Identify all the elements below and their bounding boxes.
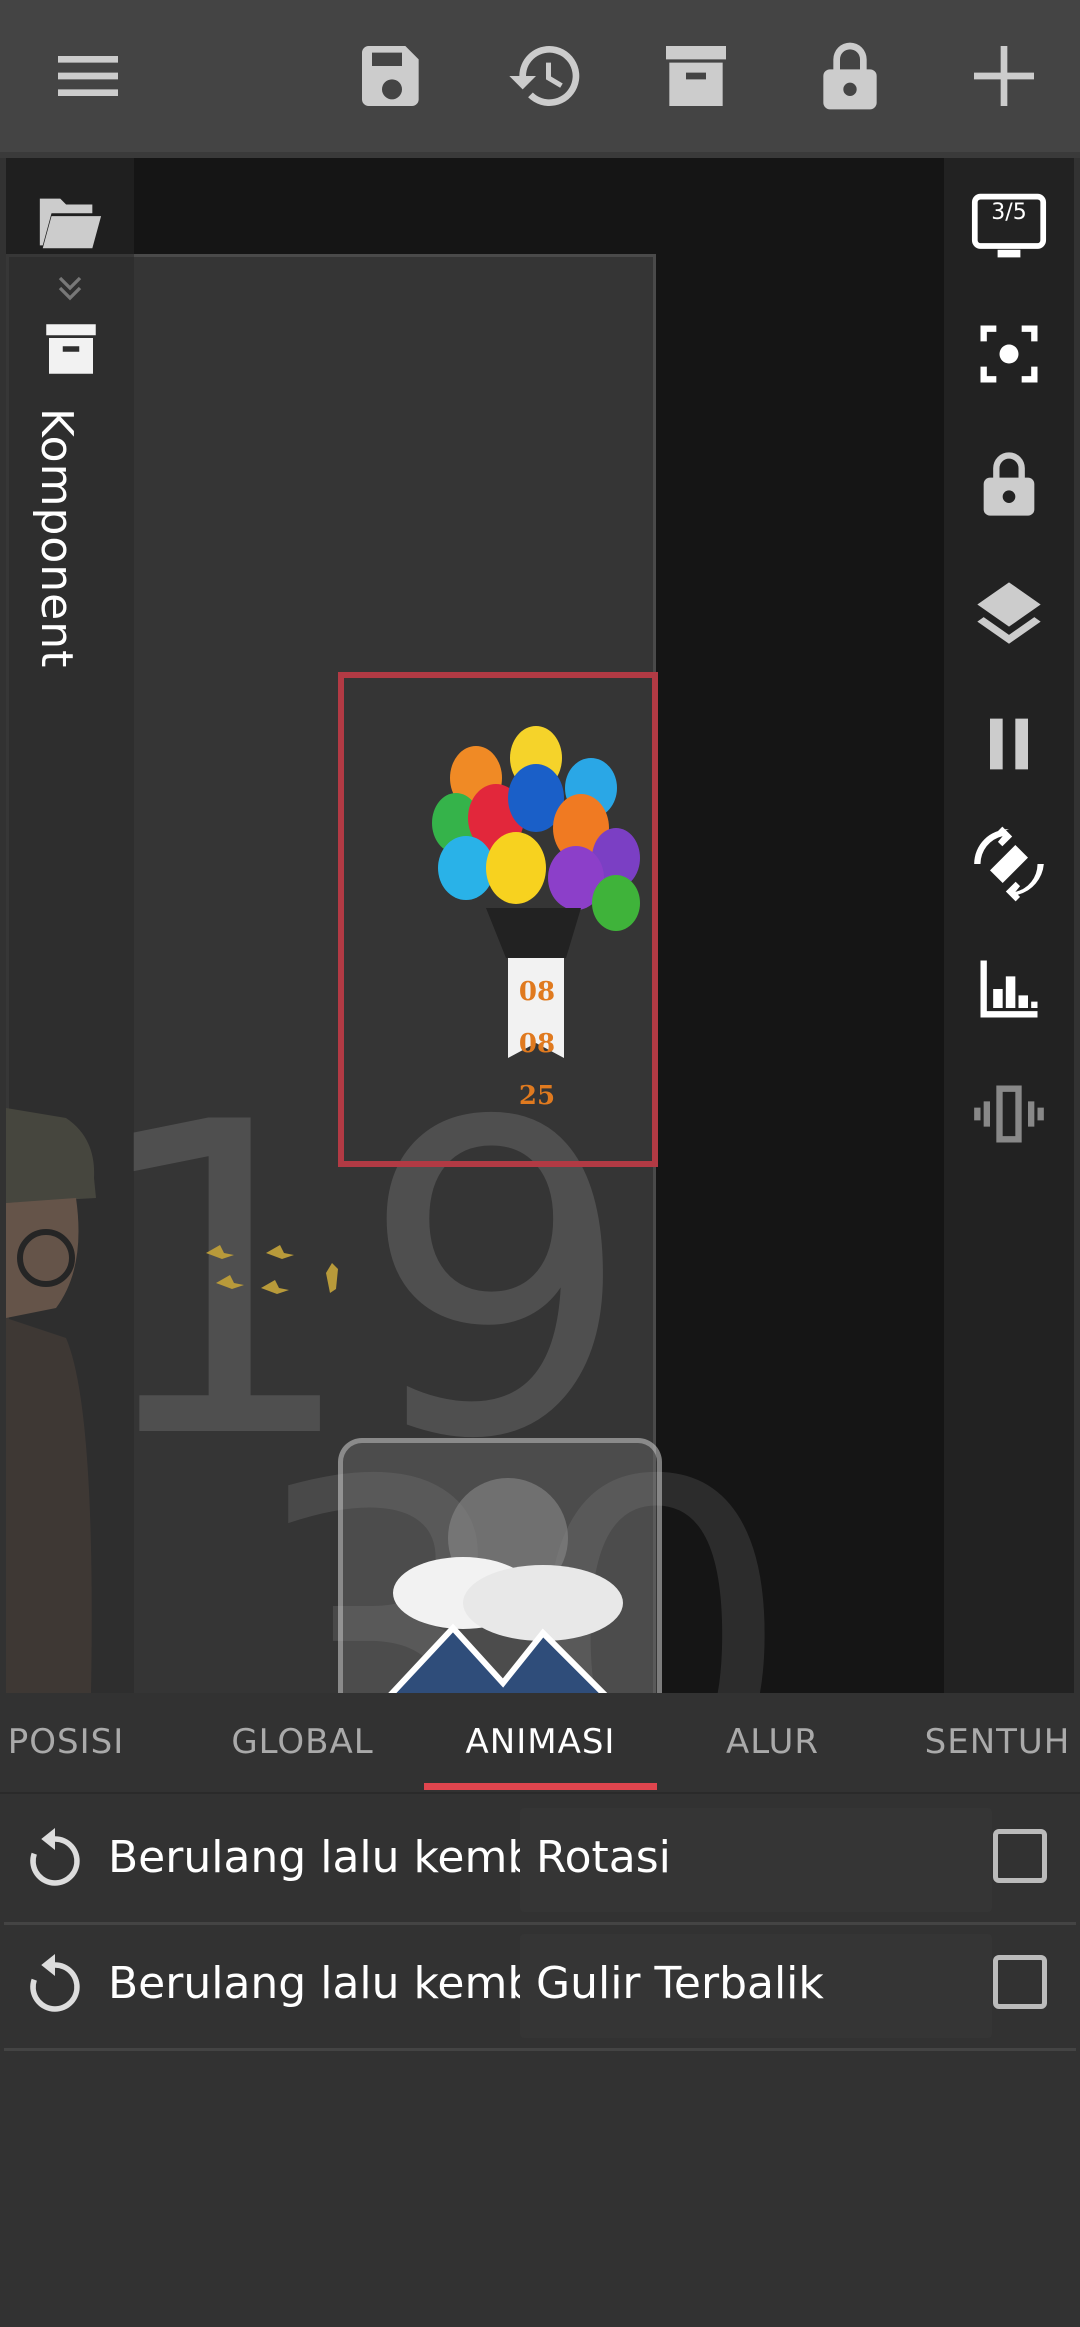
history-icon[interactable] — [504, 34, 588, 118]
right-tool-rail: 3/5 — [944, 158, 1074, 1693]
folder-icon[interactable] — [34, 192, 104, 252]
tab-alur[interactable]: ALUR — [700, 1694, 845, 1790]
animation-mode[interactable]: Berulang lalu kemb.. — [108, 1958, 563, 2009]
pause-icon[interactable] — [968, 703, 1050, 785]
archive-icon[interactable] — [654, 34, 738, 118]
equalizer-icon[interactable] — [968, 948, 1050, 1030]
save-icon[interactable] — [350, 34, 434, 118]
add-icon[interactable] — [962, 34, 1046, 118]
tabs-divider — [0, 1792, 1080, 1794]
settings-tabs: POSISI GLOBAL ANIMASI ALUR SENTUH — [0, 1694, 1080, 1790]
layers-icon[interactable] — [968, 573, 1050, 655]
tab-posisi[interactable]: POSISI — [0, 1694, 132, 1790]
component-panel-label[interactable]: Komponent — [31, 408, 82, 668]
weather-widget[interactable] — [338, 1438, 662, 1693]
animation-row[interactable]: Berulang lalu kemb.. Rotasi — [0, 1798, 1080, 1922]
repeat-icon — [30, 1828, 80, 1886]
lock-icon[interactable] — [808, 34, 892, 118]
rotate-screen-icon[interactable] — [968, 823, 1050, 905]
animation-type: Rotasi — [536, 1832, 671, 1883]
top-toolbar — [0, 0, 1080, 152]
row-divider — [4, 2048, 1076, 2051]
menu-icon[interactable] — [46, 34, 130, 118]
birds-image — [196, 1233, 366, 1313]
tab-animasi[interactable]: ANIMASI — [424, 1694, 657, 1790]
animation-type-field[interactable]: Rotasi — [520, 1808, 992, 1912]
vibrate-icon[interactable] — [968, 1073, 1050, 1155]
animation-mode[interactable]: Berulang lalu kemb.. — [108, 1832, 563, 1883]
animation-type: Gulir Terbalik — [536, 1958, 824, 2009]
selection-box[interactable] — [338, 672, 658, 1167]
repeat-icon — [30, 1954, 80, 2012]
chevron-down-icon[interactable] — [50, 268, 90, 308]
screen-count-icon[interactable]: 3/5 — [968, 186, 1050, 268]
animation-checkbox[interactable] — [993, 1955, 1047, 2009]
lock-icon[interactable] — [968, 443, 1050, 525]
archive-icon[interactable] — [38, 316, 104, 382]
tab-global[interactable]: GLOBAL — [200, 1694, 405, 1790]
focus-icon[interactable] — [968, 313, 1050, 395]
animation-type-field[interactable]: Gulir Terbalik — [520, 1934, 992, 2038]
component-side-panel[interactable]: Komponent — [6, 158, 134, 1693]
widget-preview[interactable]: 19 30 — [6, 158, 1074, 1693]
screen-count-badge: 3/5 — [991, 200, 1027, 225]
tab-sentuh[interactable]: SENTUH — [915, 1694, 1080, 1790]
animation-checkbox[interactable] — [993, 1829, 1047, 1883]
active-tab-indicator — [424, 1783, 657, 1790]
animation-row[interactable]: Berulang lalu kemb.. Gulir Terbalik — [0, 1924, 1080, 2048]
